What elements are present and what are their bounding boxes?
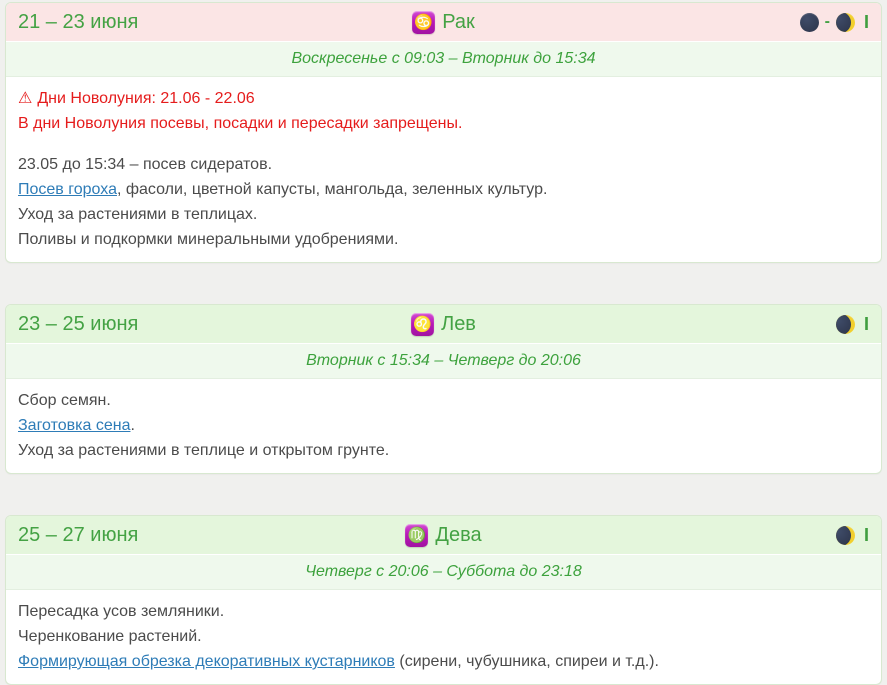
- zodiac-leo-icon: ♌: [411, 313, 434, 336]
- zodiac-cancer-icon: ♋: [412, 11, 435, 34]
- zodiac-name: Лев: [441, 313, 476, 336]
- advice-line: Сбор семян.: [18, 388, 869, 413]
- new-moon-warning: ⚠ Дни Новолуния: 21.06 - 22.06 В дни Ново…: [18, 86, 869, 136]
- advice-line: Пересадка усов земляники.: [18, 599, 869, 624]
- warning-title-line: ⚠ Дни Новолуния: 21.06 - 22.06: [18, 86, 869, 111]
- advice-text: Сбор семян.: [18, 392, 111, 409]
- warning-text: В дни Новолуния посевы, посадки и переса…: [18, 111, 869, 136]
- card-header: 25 – 27 июня ♍ Дева I: [6, 516, 881, 554]
- advice-line: Посев гороха, фасоли, цветной капусты, м…: [18, 177, 869, 202]
- waxing-crescent-icon: [836, 13, 855, 32]
- zodiac: ♍ Дева: [405, 524, 481, 547]
- advice-line: Черенкование растений.: [18, 624, 869, 649]
- advice-text: , фасоли, цветной капусты, мангольда, зе…: [117, 181, 547, 198]
- advice-line: 23.05 до 15:34 – посев сидератов.: [18, 152, 869, 177]
- phase-label: I: [864, 525, 869, 546]
- phase-label: I: [864, 314, 869, 335]
- period-times: Воскресенье с 09:03 – Вторник до 15:34: [6, 41, 881, 77]
- card-body: ⚠ Дни Новолуния: 21.06 - 22.06 В дни Ново…: [6, 77, 881, 262]
- advice-line: Поливы и подкормки минеральными удобрени…: [18, 227, 869, 252]
- lunar-period-card: 25 – 27 июня ♍ Дева I Четверг с 20:06 – …: [5, 515, 882, 685]
- zodiac: ♌ Лев: [411, 313, 476, 336]
- warning-title: Дни Новолуния: 21.06 - 22.06: [37, 90, 254, 107]
- moon-phase-group: - I: [475, 12, 869, 33]
- waxing-crescent-icon: [836, 315, 855, 334]
- card-body: Сбор семян. Заготовка сена. Уход за раст…: [6, 379, 881, 473]
- date-range: 25 – 27 июня: [18, 524, 405, 547]
- new-moon-icon: [800, 13, 819, 32]
- calendar-page: 21 – 23 июня ♋ Рак - I Воскресенье с 09:…: [0, 0, 887, 685]
- date-range: 23 – 25 июня: [18, 313, 411, 336]
- lunar-period-card: 21 – 23 июня ♋ Рак - I Воскресенье с 09:…: [5, 2, 882, 263]
- advice-link[interactable]: Формирующая обрезка декоративных кустарн…: [18, 653, 395, 670]
- card-header: 23 – 25 июня ♌ Лев I: [6, 305, 881, 343]
- advice-text: Уход за растениями в теплице и открытом …: [18, 442, 389, 459]
- date-range: 21 – 23 июня: [18, 11, 412, 34]
- zodiac-virgo-icon: ♍: [405, 524, 428, 547]
- advice-line: Формирующая обрезка декоративных кустарн…: [18, 649, 869, 674]
- advice-text: (сирени, чубушника, спиреи и т.д.).: [395, 653, 659, 670]
- period-times: Четверг с 20:06 – Суббота до 23:18: [6, 554, 881, 590]
- advice-text: Черенкование растений.: [18, 628, 202, 645]
- advice-text: Уход за растениями в теплицах.: [18, 206, 257, 223]
- moon-phase-group: I: [482, 525, 869, 546]
- moon-phase-group: I: [476, 314, 869, 335]
- period-times: Вторник с 15:34 – Четверг до 20:06: [6, 343, 881, 379]
- moon-separator: -: [825, 13, 830, 31]
- advice-link[interactable]: Посев гороха: [18, 181, 117, 198]
- advice-text: .: [130, 417, 134, 434]
- zodiac-name: Рак: [442, 11, 475, 34]
- advice-text: Поливы и подкормки минеральными удобрени…: [18, 231, 398, 248]
- advice-line: Уход за растениями в теплицах.: [18, 202, 869, 227]
- advice-line: Уход за растениями в теплице и открытом …: [18, 438, 869, 463]
- advice-link[interactable]: Заготовка сена: [18, 417, 130, 434]
- advice-text: Пересадка усов земляники.: [18, 603, 224, 620]
- warning-triangle-icon: ⚠: [18, 90, 32, 107]
- phase-label: I: [864, 12, 869, 33]
- zodiac: ♋ Рак: [412, 11, 475, 34]
- advice-line: Заготовка сена.: [18, 413, 869, 438]
- advice-text: 23.05 до 15:34 – посев сидератов.: [18, 156, 272, 173]
- waxing-crescent-icon: [836, 526, 855, 545]
- card-header: 21 – 23 июня ♋ Рак - I: [6, 3, 881, 41]
- zodiac-name: Дева: [435, 524, 481, 547]
- lunar-period-card: 23 – 25 июня ♌ Лев I Вторник с 15:34 – Ч…: [5, 304, 882, 474]
